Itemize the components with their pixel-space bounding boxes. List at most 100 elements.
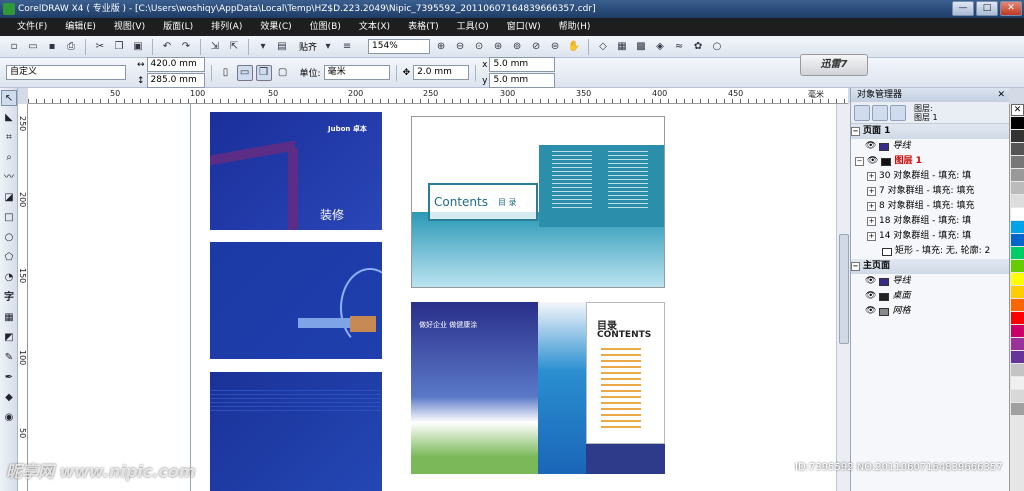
paste-icon[interactable]: ▣ [130, 39, 146, 55]
tree-group-7[interactable]: +7 对象群组 - 填充: 填充 [851, 184, 1009, 199]
edit-across-layers-icon[interactable] [872, 104, 888, 121]
menu-view[interactable]: 视图(V) [105, 18, 154, 36]
zoom-tool-icon[interactable]: ⌕ [1, 150, 17, 166]
vertical-ruler[interactable]: 250 200 150 100 50 [18, 104, 28, 491]
outline-tool-icon[interactable]: ✒ [1, 370, 17, 386]
palette-swatch[interactable] [1011, 260, 1024, 272]
maximize-button[interactable]: □ [976, 1, 998, 16]
palette-swatch[interactable] [1011, 221, 1024, 233]
eyedropper-tool-icon[interactable]: ✎ [1, 350, 17, 366]
export-icon[interactable]: ⇱ [226, 39, 242, 55]
palette-swatch[interactable] [1011, 351, 1024, 363]
table-tool-icon[interactable]: ▦ [1, 310, 17, 326]
landscape-icon[interactable]: ▭ [236, 64, 253, 81]
menu-help[interactable]: 帮助(H) [550, 18, 600, 36]
show-properties-icon[interactable] [854, 104, 870, 121]
palette-swatch[interactable] [1011, 182, 1024, 194]
palette-swatch[interactable] [1011, 169, 1024, 181]
palette-swatch[interactable] [1011, 208, 1024, 220]
duplicate-y-input[interactable]: 5.0 mm [489, 73, 556, 88]
node-icon[interactable]: ◇ [595, 39, 611, 55]
transform-icon[interactable]: ▦ [614, 39, 630, 55]
palette-swatch[interactable] [1011, 403, 1024, 415]
zoom-selected-icon[interactable]: ⊙ [471, 39, 487, 55]
zoom-in-icon[interactable]: ⊕ [433, 39, 449, 55]
contents-spread[interactable]: Contents 目 录 [411, 116, 665, 288]
eye-icon[interactable]: 👁 [865, 274, 876, 289]
pan-icon[interactable]: ✋ [566, 39, 582, 55]
crop-tool-icon[interactable]: ⌗ [1, 130, 17, 146]
cut-icon[interactable]: ✂ [92, 39, 108, 55]
brochure-cover-2[interactable] [210, 242, 382, 359]
unit-select[interactable]: 毫米 [323, 65, 390, 80]
interactive-blend-tool-icon[interactable]: ◩ [1, 330, 17, 346]
tree-master-page[interactable]: − 主页面 [851, 259, 1009, 274]
corporate-spread[interactable]: 做好企业 做健康涂 目录 CONTENTS [411, 302, 665, 474]
open-folder-icon[interactable]: ▭ [25, 39, 41, 55]
tree-group-18[interactable]: +18 对象群组 - 填充: 填 [851, 214, 1009, 229]
thunder-download-badge[interactable]: 迅雷7 [800, 54, 868, 76]
palette-swatch[interactable] [1011, 364, 1024, 376]
eye-icon[interactable]: 👁 [867, 154, 878, 169]
eye-icon[interactable]: 👁 [865, 139, 876, 154]
basic-shapes-tool-icon[interactable]: ◔ [1, 270, 17, 286]
zoom-level-select[interactable]: 154% [368, 39, 431, 54]
save-icon[interactable]: ▪ [44, 39, 60, 55]
tree-group-8[interactable]: +8 对象群组 - 填充: 填充 [851, 199, 1009, 214]
menu-edit[interactable]: 编辑(E) [56, 18, 105, 36]
palette-swatch[interactable] [1011, 195, 1024, 207]
text-tool-icon[interactable]: 字 [1, 290, 17, 306]
palette-swatch[interactable] [1011, 130, 1024, 142]
print-icon[interactable]: ⎙ [63, 39, 79, 55]
ellipse-tool-icon[interactable]: ○ [1, 230, 17, 246]
duplicate-x-input[interactable]: 5.0 mm [489, 57, 556, 72]
page-width-input[interactable]: 420.0 mm [146, 57, 205, 72]
palette-swatch[interactable] [1011, 312, 1024, 324]
blend-icon[interactable]: ≈ [671, 39, 687, 55]
zoom-page-icon[interactable]: ⊚ [509, 39, 525, 55]
palette-swatch[interactable] [1011, 247, 1024, 259]
smart-fill-tool-icon[interactable]: ◪ [1, 190, 17, 206]
palette-swatch[interactable] [1011, 390, 1024, 402]
zoom-all-icon[interactable]: ⊛ [490, 39, 506, 55]
snap-options-icon[interactable]: ▾ [320, 39, 336, 55]
nudge-distance-input[interactable]: 2.0 mm [413, 65, 470, 80]
interactive-fill-tool-icon[interactable]: ◉ [1, 410, 17, 426]
shape-icon[interactable]: ◈ [652, 39, 668, 55]
palette-swatch[interactable] [1011, 286, 1024, 298]
menu-window[interactable]: 窗口(W) [498, 18, 550, 36]
undo-icon[interactable]: ↶ [159, 39, 175, 55]
snap-to-dropdown[interactable]: 贴齐 [299, 40, 317, 53]
options-icon[interactable]: ≡ [339, 39, 355, 55]
tree-master-guides[interactable]: 👁 导线 [851, 274, 1009, 289]
close-button[interactable]: ✕ [1000, 1, 1022, 16]
palette-swatch[interactable] [1011, 273, 1024, 285]
rectangle-tool-icon[interactable]: □ [1, 210, 17, 226]
menu-text[interactable]: 文本(X) [350, 18, 399, 36]
menu-tools[interactable]: 工具(O) [448, 18, 498, 36]
palette-swatch[interactable] [1011, 234, 1024, 246]
circle-icon[interactable]: ○ [709, 39, 725, 55]
no-color-swatch[interactable]: ✕ [1011, 104, 1024, 116]
all-pages-icon[interactable]: ❒ [255, 64, 272, 81]
palette-swatch[interactable] [1011, 156, 1024, 168]
polygon-tool-icon[interactable]: ⬠ [1, 250, 17, 266]
docker-close-icon[interactable]: ✕ [997, 88, 1005, 102]
menu-effects[interactable]: 效果(C) [251, 18, 300, 36]
tree-page-1[interactable]: − 页面 1 [851, 124, 1009, 139]
palette-swatch[interactable] [1011, 299, 1024, 311]
palette-swatch[interactable] [1011, 377, 1024, 389]
freehand-tool-icon[interactable]: 〰 [1, 170, 17, 186]
tree-layer-guides[interactable]: 👁 导线 [851, 139, 1009, 154]
pick-tool-icon[interactable]: ↖ [1, 90, 17, 106]
welcome-screen-icon[interactable]: ▤ [274, 39, 290, 55]
brochure-cover-3[interactable] [210, 372, 382, 491]
menu-table[interactable]: 表格(T) [399, 18, 448, 36]
shape-tool-icon[interactable]: ◣ [1, 110, 17, 126]
brochure-cover-1[interactable]: Jubon 卓本 装修 [210, 112, 382, 230]
palette-swatch[interactable] [1011, 117, 1024, 129]
fill-icon[interactable]: ▩ [633, 39, 649, 55]
drawing-canvas[interactable]: Jubon 卓本 装修 Contents 目 录 做好企业 做健康涂 目录 CO… [28, 104, 836, 491]
redo-icon[interactable]: ↷ [178, 39, 194, 55]
menu-arrange[interactable]: 排列(A) [202, 18, 251, 36]
